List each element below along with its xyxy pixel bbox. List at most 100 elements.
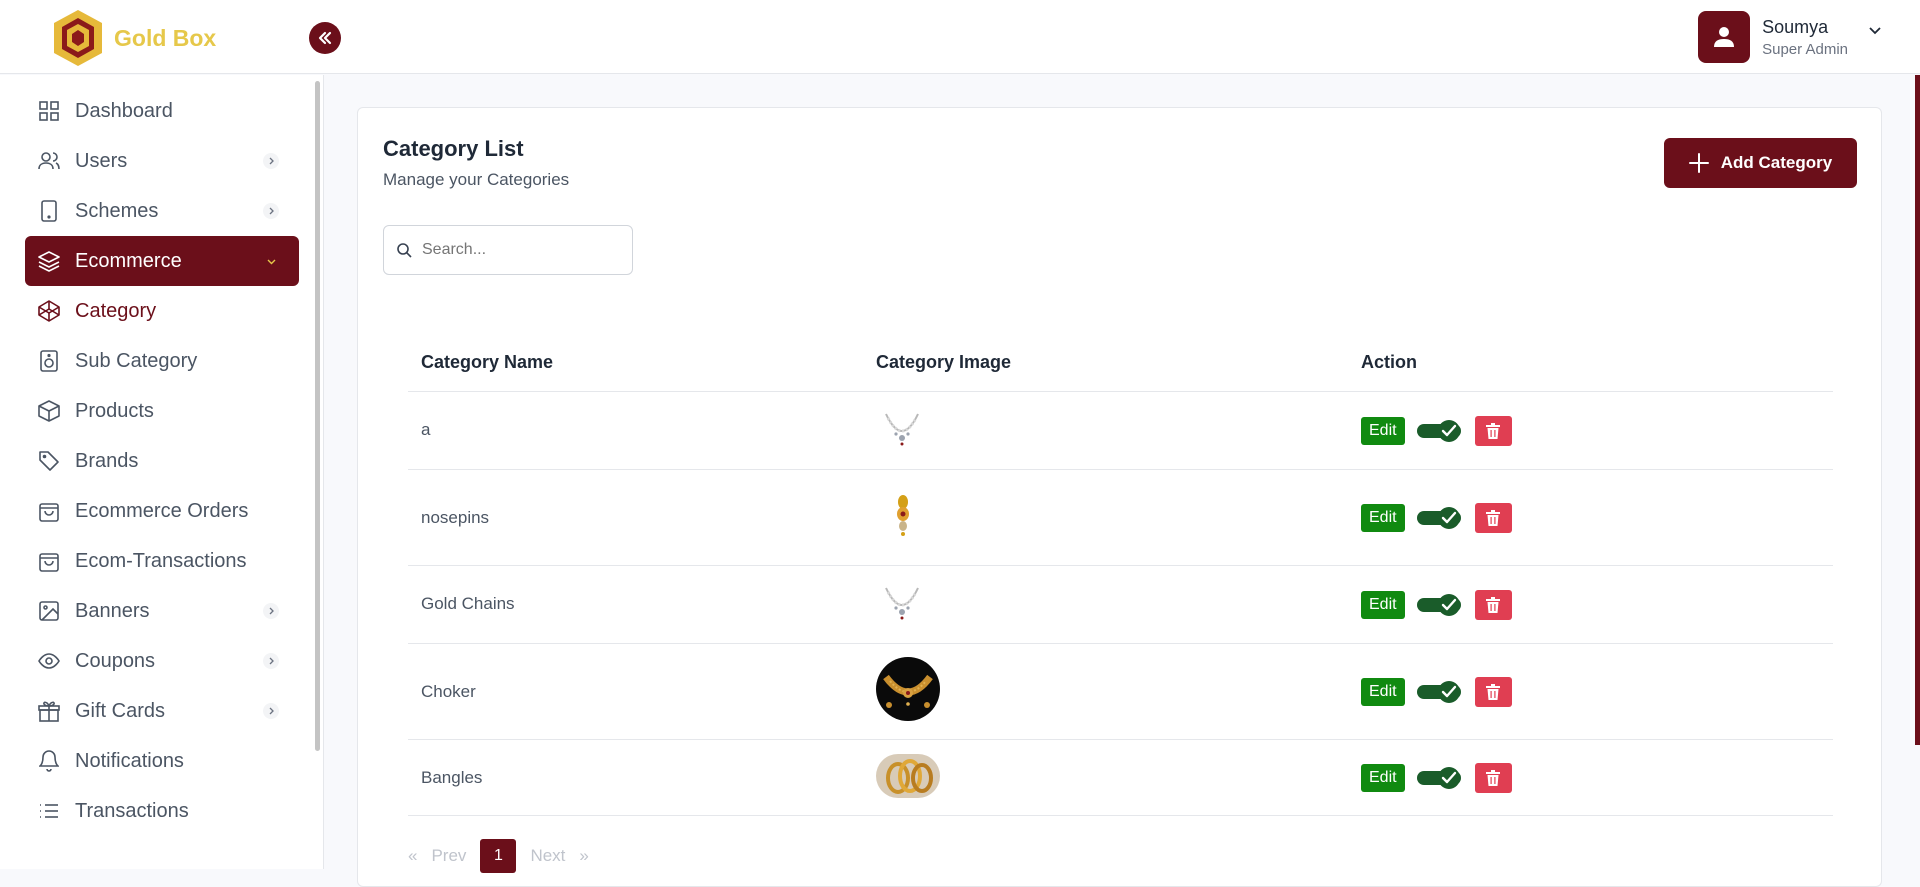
row-actions: Edit: [1361, 503, 1512, 533]
edit-button[interactable]: Edit: [1361, 504, 1405, 532]
edit-button[interactable]: Edit: [1361, 764, 1405, 792]
chevron-right-icon: [263, 153, 279, 169]
sidebar: Dashboard Users Schemes Ecommerce Catego…: [0, 75, 324, 869]
last-page-link[interactable]: »: [579, 846, 588, 866]
sidebar-item-users[interactable]: Users: [25, 136, 299, 186]
sidebar-item-label: Gift Cards: [75, 699, 166, 722]
chevron-down-icon: [263, 253, 279, 269]
image-icon: [37, 599, 61, 623]
status-toggle[interactable]: [1416, 419, 1463, 443]
collapse-sidebar-button[interactable]: [309, 22, 341, 54]
shopping-bag-icon: [37, 549, 61, 573]
trash-icon: [1486, 510, 1501, 526]
bell-icon: [37, 749, 61, 773]
sidebar-item-schemes[interactable]: Schemes: [25, 186, 299, 236]
edit-button[interactable]: Edit: [1361, 678, 1405, 706]
sidebar-item-notifications[interactable]: Notifications: [25, 736, 299, 786]
sidebar-item-label: Schemes: [75, 199, 159, 222]
table-row: Bangles Edit: [408, 739, 1833, 815]
status-toggle[interactable]: [1416, 766, 1463, 790]
sidebar-item-dashboard[interactable]: Dashboard: [25, 86, 299, 136]
edit-button[interactable]: Edit: [1361, 591, 1405, 619]
sidebar-item-label: Notifications: [75, 749, 184, 772]
sidebar-item-label: Ecommerce Orders: [75, 499, 249, 522]
sidebar-item-sub-category[interactable]: Sub Category: [25, 336, 299, 386]
search-icon: [397, 243, 412, 258]
sidebar-item-products[interactable]: Products: [25, 386, 299, 436]
status-toggle[interactable]: [1416, 593, 1463, 617]
sidebar-item-label: Sub Category: [75, 349, 198, 372]
column-header-image: Category Image: [876, 352, 1012, 372]
logo[interactable]: Gold Box: [52, 8, 216, 68]
tag-icon: [37, 449, 61, 473]
plus-icon: [1688, 153, 1709, 173]
status-toggle[interactable]: [1416, 506, 1463, 530]
avatar: [1698, 11, 1751, 63]
sidebar-item-coupons[interactable]: Coupons: [25, 636, 299, 686]
necklace-icon: [876, 408, 928, 459]
sidebar-item-label: Ecom-Transactions: [75, 549, 247, 572]
delete-button[interactable]: [1474, 503, 1512, 533]
user-menu[interactable]: Soumya Super Admin: [1698, 11, 1882, 63]
sidebar-scrollbar[interactable]: [315, 81, 320, 751]
edit-button[interactable]: Edit: [1361, 417, 1405, 445]
sidebar-item-label: Category: [75, 299, 157, 322]
sidebar-item-banners[interactable]: Banners: [25, 586, 299, 636]
category-list-card: Category List Manage your Categories Add…: [357, 107, 1882, 887]
sidebar-item-ecommerce-orders[interactable]: Ecommerce Orders: [25, 486, 299, 536]
chevron-right-icon: [263, 203, 279, 219]
add-category-label: Add Category: [1720, 153, 1833, 172]
row-actions: Edit: [1361, 677, 1512, 707]
page-1-button[interactable]: 1: [480, 839, 517, 873]
category-name: Bangles: [421, 768, 483, 787]
bangles-photo: [876, 754, 940, 803]
delete-button[interactable]: [1474, 590, 1512, 620]
add-category-button[interactable]: Add Category: [1664, 138, 1857, 188]
chevron-down-icon: [1869, 27, 1881, 35]
user-name: Soumya: [1762, 16, 1829, 37]
row-actions: Edit: [1361, 763, 1512, 793]
sidebar-item-ecommerce[interactable]: Ecommerce: [25, 236, 299, 286]
user-role: Super Admin: [1762, 40, 1848, 58]
sidebar-item-brands[interactable]: Brands: [25, 436, 299, 486]
chevron-right-icon: [263, 653, 279, 669]
delete-button[interactable]: [1474, 677, 1512, 707]
next-page-link[interactable]: Next: [530, 846, 565, 866]
main-scrollbar[interactable]: [1915, 75, 1920, 745]
row-actions: Edit: [1361, 416, 1512, 446]
table-row: Choker Edit: [408, 643, 1833, 739]
sidebar-item-label: Brands: [75, 449, 139, 472]
list-icon: [37, 799, 61, 823]
sidebar-item-transactions[interactable]: Transactions: [25, 786, 299, 836]
column-header-name: Category Name: [421, 352, 554, 372]
category-name: Gold Chains: [421, 594, 515, 613]
sidebar-item-label: Users: [75, 149, 128, 172]
page-subtitle: Manage your Categories: [383, 170, 570, 189]
prev-page-link[interactable]: Prev: [431, 846, 466, 866]
pagination: « Prev 1 Next »: [408, 839, 589, 873]
column-header-action: Action: [1361, 352, 1417, 372]
sidebar-item-label: Products: [75, 399, 154, 422]
codepen-icon: [37, 299, 61, 323]
row-actions: Edit: [1361, 590, 1512, 620]
table-row: nosepins Edit: [408, 469, 1833, 565]
search-input[interactable]: [422, 241, 612, 259]
status-toggle[interactable]: [1416, 680, 1463, 704]
gold-box-logo-icon: [54, 10, 102, 66]
sidebar-item-gift-cards[interactable]: Gift Cards: [25, 686, 299, 736]
first-page-link[interactable]: «: [408, 846, 417, 866]
choker-photo: [876, 657, 940, 726]
trash-icon: [1486, 423, 1501, 439]
brand-name: Gold Box: [114, 24, 217, 51]
category-name: nosepins: [421, 508, 490, 527]
sidebar-item-label: Dashboard: [75, 99, 173, 122]
sidebar-item-ecom-transactions[interactable]: Ecom-Transactions: [25, 536, 299, 586]
delete-button[interactable]: [1474, 416, 1512, 446]
sidebar-item-label: Banners: [75, 599, 150, 622]
users-icon: [37, 149, 61, 173]
search-box: [383, 225, 633, 275]
sidebar-item-category[interactable]: Category: [25, 286, 299, 336]
delete-button[interactable]: [1474, 763, 1512, 793]
nosepin-icon: [896, 494, 910, 543]
grid-icon: [37, 99, 61, 123]
